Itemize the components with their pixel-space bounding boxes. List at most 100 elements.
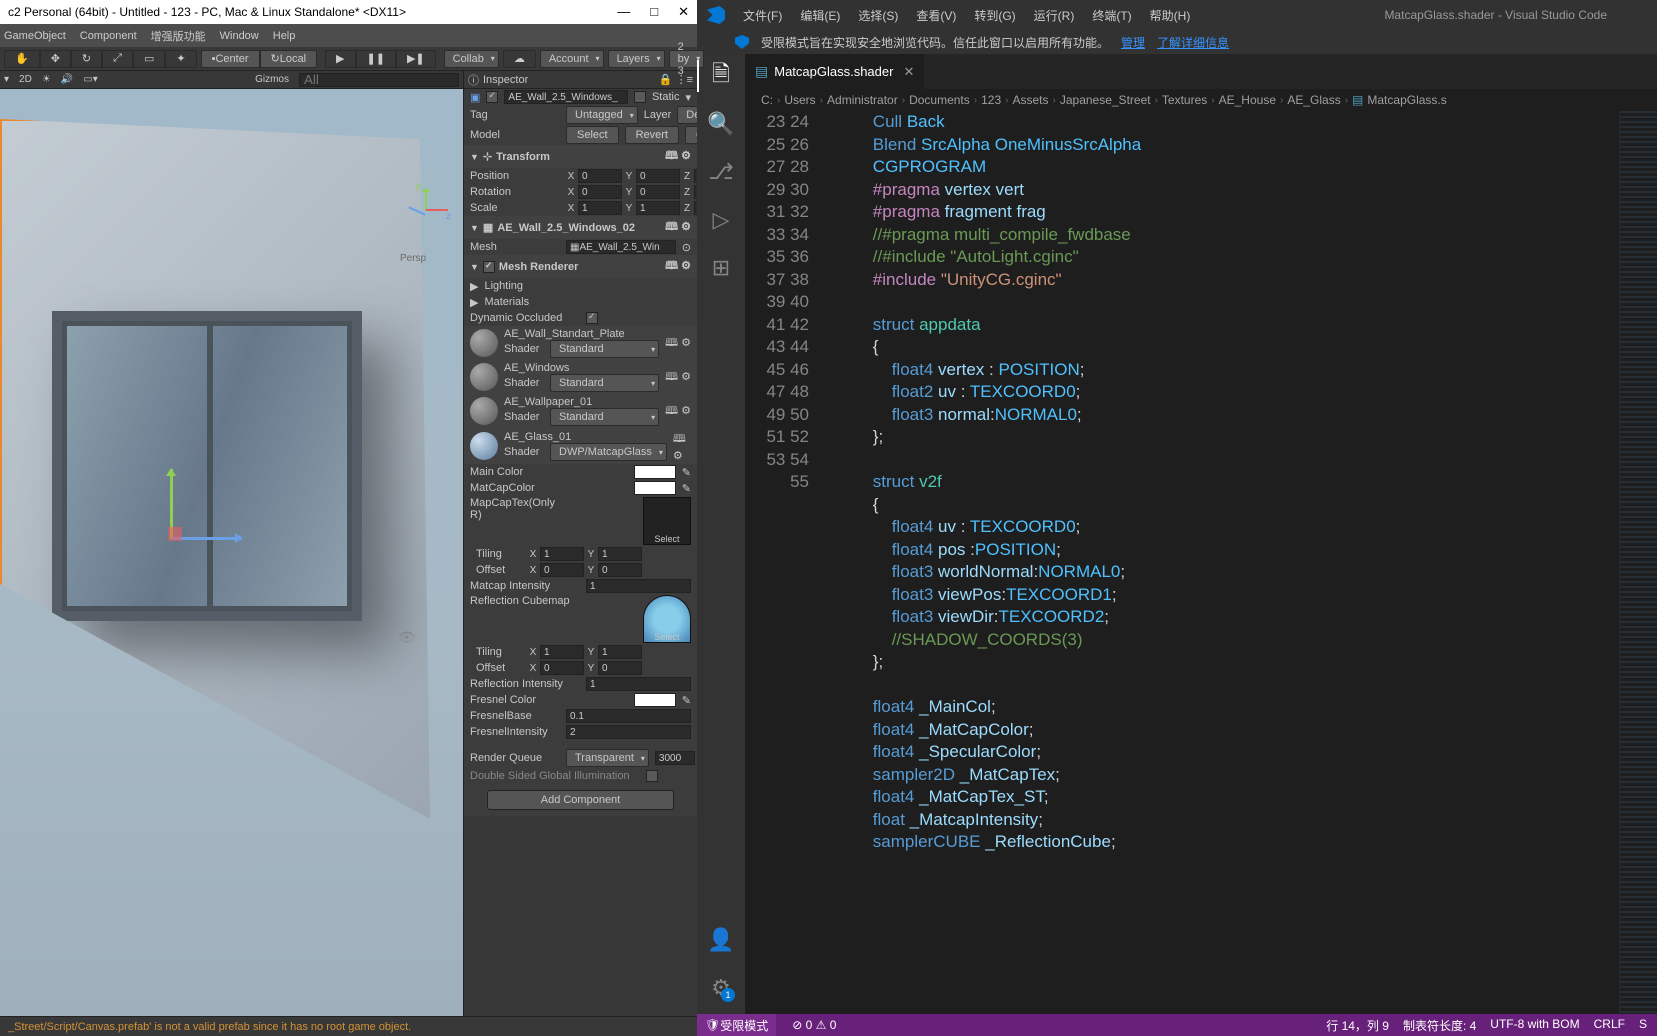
pos-x[interactable] (578, 169, 622, 183)
breadcrumbs[interactable]: C:› Users› Administrator› Documents› 123… (745, 89, 1657, 111)
tool-transform[interactable]: ✦ (165, 50, 196, 68)
audio-icon[interactable]: 🔊 (61, 74, 73, 85)
scene-viewport[interactable]: y z Persp 👁 (0, 89, 463, 1016)
cubemap-slot[interactable]: Select (643, 595, 691, 643)
menu-window[interactable]: Window (220, 30, 259, 42)
rot-y[interactable] (636, 185, 680, 199)
move-gizmo[interactable] (170, 469, 173, 539)
meshrenderer-header[interactable]: ▼ Mesh Renderer🕮 ⚙ (464, 255, 697, 278)
menu-component[interactable]: Component (80, 30, 137, 42)
object-name-input[interactable] (504, 90, 628, 104)
mat2-header[interactable]: AE_WindowsShaderStandard🕮 ⚙ (464, 360, 697, 394)
rot-x[interactable] (578, 185, 622, 199)
2d-toggle[interactable]: 2D (19, 74, 32, 85)
glass-shader[interactable]: DWP/MatcapGlass (550, 443, 667, 461)
transform-header[interactable]: ▼⊹ Transform🕮 ⚙ (464, 145, 697, 168)
account-icon[interactable]: 👤 (709, 928, 733, 952)
menu-help[interactable]: Help (273, 30, 296, 42)
render-queue-value[interactable] (655, 751, 695, 765)
tool-rect[interactable]: ▭ (133, 50, 165, 68)
scene-search[interactable] (299, 73, 459, 87)
scl-y[interactable] (636, 201, 680, 215)
fresnel-intensity[interactable] (566, 725, 691, 739)
menu-gameobject[interactable]: GameObject (4, 30, 66, 42)
visibility-icon[interactable]: 👁 (398, 629, 416, 646)
maximize-button[interactable]: □ (650, 4, 658, 20)
tab-close-icon[interactable]: ✕ (903, 64, 914, 80)
vs-menu-edit[interactable]: 编辑(E) (800, 7, 840, 24)
vs-menu-select[interactable]: 选择(S) (858, 7, 898, 24)
mat3-shader[interactable]: Standard (550, 408, 659, 426)
offset2-y[interactable] (598, 661, 642, 675)
tiling-x[interactable] (540, 547, 584, 561)
render-queue-dropdown[interactable]: Transparent (566, 749, 649, 767)
layers-dropdown[interactable]: Layers (608, 50, 665, 68)
offset-x[interactable] (540, 563, 584, 577)
gizmos-dropdown[interactable]: Gizmos (255, 74, 289, 85)
scl-x[interactable] (578, 201, 622, 215)
tab-matcapglass[interactable]: ▤ MatcapGlass.shader ✕ (745, 54, 925, 89)
tiling2-y[interactable] (598, 645, 642, 659)
close-button[interactable]: ✕ (678, 4, 689, 20)
tiling2-x[interactable] (540, 645, 584, 659)
add-component-button[interactable]: Add Component (487, 790, 673, 810)
mat1-shader[interactable]: Standard (550, 340, 659, 358)
explorer-icon[interactable]: 🗎 (709, 64, 733, 88)
dsgi-checkbox[interactable] (646, 770, 658, 782)
search-icon[interactable]: 🔍 (709, 112, 733, 136)
layer-dropdown[interactable]: Default (677, 106, 697, 124)
step-button[interactable]: ▶❚ (396, 50, 436, 68)
glass-mat-header[interactable]: AE_Glass_01ShaderDWP/MatcapGlass🕮 ⚙ (464, 428, 697, 464)
matcaptex-slot[interactable]: Select (643, 497, 691, 545)
vs-menu-go[interactable]: 转到(G) (974, 7, 1015, 24)
vs-menu-help[interactable]: 帮助(H) (1150, 7, 1191, 24)
cloud-button[interactable]: ☁ (503, 50, 536, 68)
eol-status[interactable]: CRLF (1594, 1017, 1625, 1034)
dynocc-checkbox[interactable] (586, 312, 598, 324)
handle-center[interactable]: ▪ Center (201, 50, 260, 68)
problems-status[interactable]: ⊘ 0 ⚠ 0 (792, 1018, 836, 1032)
collab-dropdown[interactable]: Collab (444, 50, 499, 68)
settings-gear-icon[interactable]: ⚙1 (709, 976, 733, 1000)
learn-more-link[interactable]: 了解详细信息 (1157, 34, 1229, 51)
reflection-intensity[interactable] (586, 677, 691, 691)
cursor-position[interactable]: 行 14，列 9 (1326, 1017, 1389, 1034)
vs-menu-run[interactable]: 运行(R) (1034, 7, 1075, 24)
model-select-button[interactable]: Select (566, 126, 619, 144)
draw-mode-dropdown[interactable]: ▾ (4, 74, 9, 85)
source-control-icon[interactable]: ⎇ (709, 160, 733, 184)
pause-button[interactable]: ❚❚ (356, 50, 396, 68)
account-dropdown[interactable]: Account (540, 50, 604, 68)
matcap-intensity[interactable] (586, 579, 691, 593)
active-checkbox[interactable] (486, 91, 498, 103)
play-button[interactable]: ▶ (325, 50, 355, 68)
orientation-gizmo[interactable] (405, 189, 447, 231)
inspector-tab[interactable]: ⓘ Inspector🔒 ⋮≡ (464, 71, 697, 89)
mat3-header[interactable]: AE_Wallpaper_01ShaderStandard🕮 ⚙ (464, 394, 697, 428)
maincolor-swatch[interactable] (634, 465, 676, 479)
fresnel-base[interactable] (566, 709, 691, 723)
indentation-status[interactable]: 制表符长度: 4 (1403, 1017, 1476, 1034)
tool-scale[interactable]: ⤢ (102, 50, 133, 68)
model-revert-button[interactable]: Revert (625, 126, 679, 144)
vs-menu-file[interactable]: 文件(F) (743, 7, 782, 24)
mat1-header[interactable]: AE_Wall_Standart_PlateShaderStandard🕮 ⚙ (464, 326, 697, 360)
mat2-shader[interactable]: Standard (550, 374, 659, 392)
offset-y[interactable] (598, 563, 642, 577)
offset2-x[interactable] (540, 661, 584, 675)
tool-hand[interactable]: ✋ (4, 50, 40, 68)
manage-link[interactable]: 管理 (1121, 34, 1145, 51)
model-open-button[interactable]: Open (685, 126, 697, 144)
lighting-icon[interactable]: ☀ (42, 74, 51, 85)
fresnel-color-swatch[interactable] (634, 693, 676, 707)
matcapcolor-swatch[interactable] (634, 481, 676, 495)
code-body[interactable]: Cull Back Blend SrcAlpha OneMinusSrcAlph… (835, 111, 1619, 1014)
tool-rotate[interactable]: ↻ (71, 50, 102, 68)
extensions-icon[interactable]: ⊞ (709, 256, 733, 280)
tag-dropdown[interactable]: Untagged (566, 106, 638, 124)
pos-y[interactable] (636, 169, 680, 183)
vs-menu-view[interactable]: 查看(V) (916, 7, 956, 24)
handle-local[interactable]: ↻ Local (260, 50, 318, 68)
perspective-label[interactable]: Persp (400, 253, 426, 264)
minimize-button[interactable]: — (617, 4, 630, 20)
